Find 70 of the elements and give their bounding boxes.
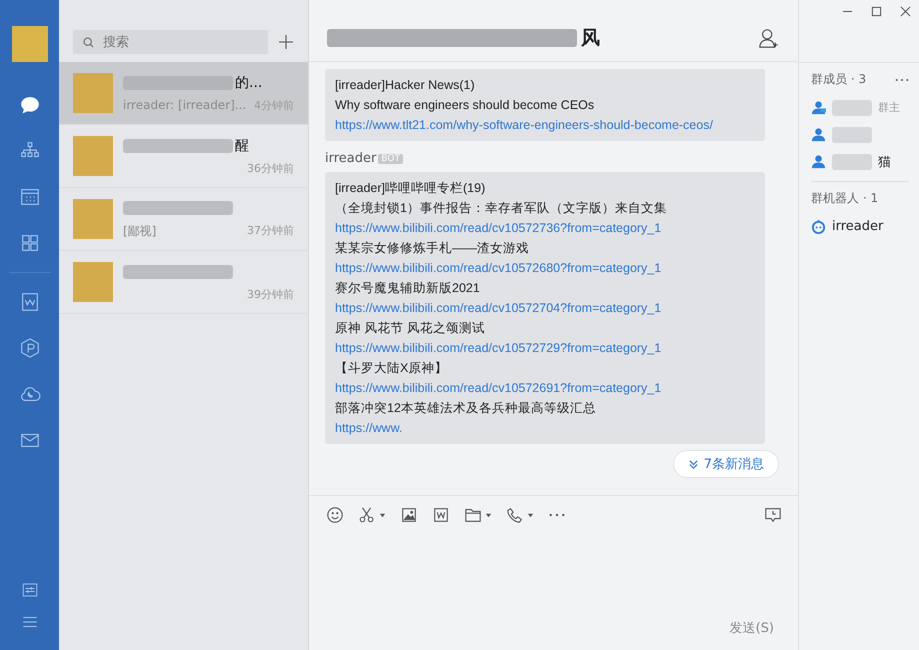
chat-title: 风 [581,26,600,50]
sender-name: irreader [325,151,376,166]
user-icon [811,127,826,142]
calendar-icon[interactable] [18,186,40,208]
caret-icon[interactable] [485,512,492,518]
hexagon-icon[interactable] [18,337,40,359]
message-preview: [鄙视] [123,222,156,240]
double-chevron-icon [688,458,699,470]
avatar-photo [73,199,113,239]
smiley-icon[interactable] [326,506,344,524]
avatar-photo [73,136,113,176]
link[interactable]: https://www.bilibili.com/read/cv10572680?from=category_1 [335,258,662,278]
folder-icon[interactable] [464,506,482,524]
blurred-text [832,126,872,142]
link[interactable]: https://www.bilibili.com/read/cv10572729?from=category_1 [335,338,662,358]
link[interactable]: https://www.bilibili.com/read/cv10572691?from=category_1 [335,378,662,398]
conversation-item[interactable]: [鄙视] 37分钟前 [59,188,308,251]
search-icon [82,36,95,49]
timestamp: 37分钟前 [247,222,294,238]
caret-icon[interactable] [379,512,386,518]
bot-tag: BOT [378,154,403,164]
message-line: Why software engineers should become CEOs [335,97,596,114]
document-icon[interactable] [432,506,450,524]
more-icon[interactable] [895,78,909,82]
message-line: （全境封锁1）事件报告：幸存者军队（文字版）来自文集 [335,200,668,217]
member-name: 群主 [878,100,900,115]
avatar-photo [73,73,113,113]
message-line: 【斗罗大陆X原神】 [335,360,448,377]
conversation-title: 的... [235,74,262,92]
link[interactable]: https://www.bilibili.com/read/cv10572704?from=category_1 [335,298,662,318]
link[interactable]: https://www.tlt21.com/why-software-engineers-should-become-ceos/ [335,115,713,135]
user-monitor-icon [811,100,826,115]
timestamp: 39分钟前 [247,286,294,302]
chat-bubble-icon[interactable] [18,94,40,116]
phone-icon[interactable] [506,506,524,524]
user-icon [811,154,826,169]
link[interactable]: https://www. [335,418,402,438]
message-title: [irreader]哔哩哔哩专栏(19) [335,180,486,197]
conversation-title: 醒 [235,136,249,154]
close-icon[interactable] [900,6,911,17]
message-title: [irreader]Hacker News(1) [335,77,476,94]
message-line: 某某宗女修修炼手札——渣女游戏 [335,240,530,257]
add-user-icon[interactable] [758,26,780,48]
message-line: 赛尔号魔鬼辅助新版2021 [335,280,481,297]
chat-history-icon[interactable] [764,506,782,524]
timestamp: 36分钟前 [247,160,294,176]
conversation-item[interactable]: 39分钟前 [59,251,308,314]
plus-icon[interactable] [278,34,294,50]
member-name: 猫 [878,154,891,170]
message-preview: irreader: [irreader]... [123,98,246,112]
robot-icon [811,219,826,234]
message-line: 原神 风花节 风花之颂测试 [335,320,486,337]
bot-name[interactable]: irreader [832,219,884,234]
image-icon[interactable] [400,506,418,524]
caret-icon[interactable] [527,512,534,518]
bots-heading: 群机器人 · 1 [811,190,878,207]
search-field[interactable]: 搜索 [73,30,268,54]
new-messages-button[interactable]: 7条新消息 [672,450,779,478]
scissors-icon[interactable] [358,506,376,524]
sliders-icon[interactable] [20,581,38,599]
members-heading: 群成员 · 3 [811,71,866,88]
maximize-icon[interactable] [871,6,882,17]
conversation-item[interactable]: 醒 36分钟前 [59,125,308,188]
send-button[interactable]: 发送(S) [724,618,780,638]
link[interactable]: https://www.bilibili.com/read/cv10572736?from=category_1 [335,218,662,238]
blurred-text [832,154,872,170]
blurred-text [832,100,872,116]
avatar-photo [12,26,48,62]
avatar-photo [73,262,113,302]
message-line: 部落冲突12本英雄法术及各兵种最高等级汇总 [335,400,597,417]
